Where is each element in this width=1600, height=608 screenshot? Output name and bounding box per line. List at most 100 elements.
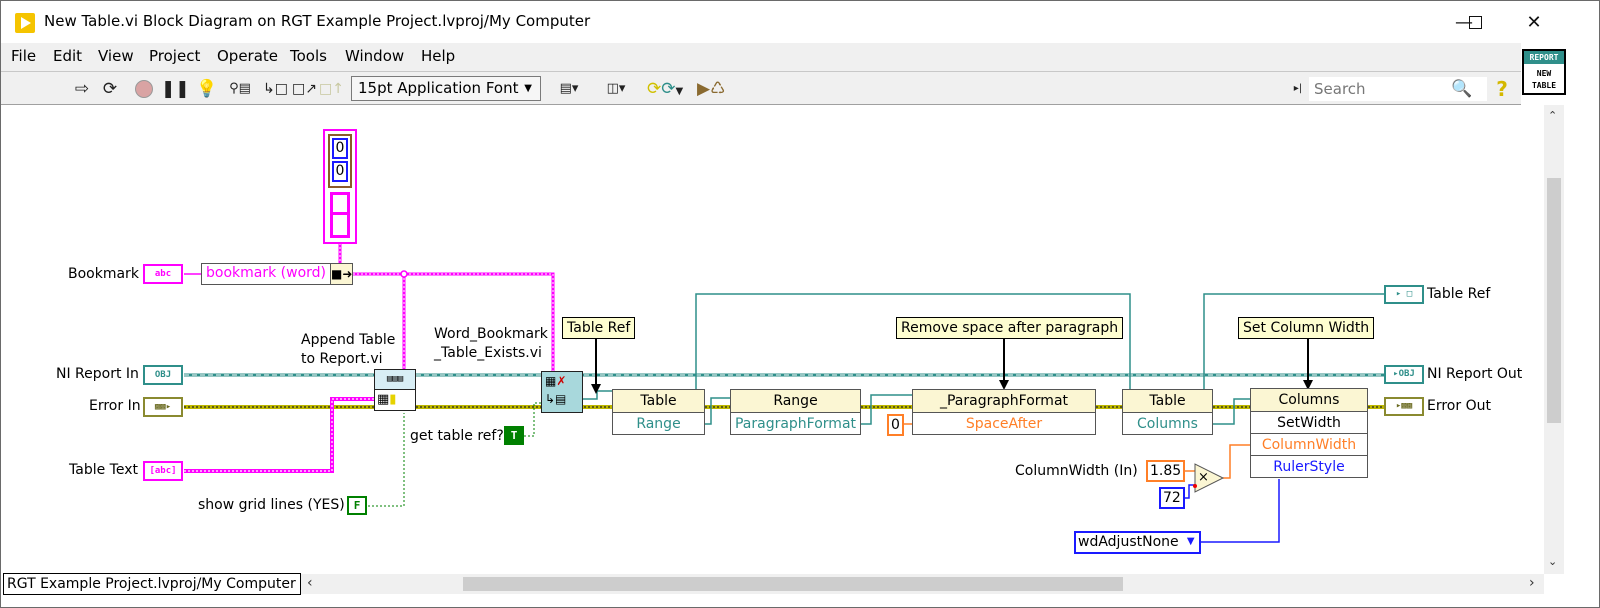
- labview-app-icon: [15, 13, 35, 33]
- property-node-table-columns[interactable]: Table Columns: [1122, 389, 1213, 435]
- pause-icon[interactable]: ❚❚: [161, 78, 190, 100]
- distribute-objects-icon[interactable]: ◫▾: [599, 78, 633, 100]
- scroll-right-icon[interactable]: ›: [1529, 575, 1535, 591]
- table-text-label: Table Text: [69, 462, 138, 478]
- run-icon[interactable]: ⇨: [71, 78, 93, 100]
- get-table-ref-label: get table ref?: [410, 428, 504, 444]
- run-continuously-icon[interactable]: ⟳: [99, 78, 121, 100]
- search-expand-icon[interactable]: ▸|: [1291, 78, 1305, 100]
- reorder-icon[interactable]: ⟳⟳▼: [647, 78, 683, 100]
- property-node-range-paragraphformat[interactable]: Range ParagraphFormat: [730, 389, 861, 435]
- menu-project[interactable]: Project: [149, 47, 200, 65]
- property-class-label: Range: [773, 393, 818, 409]
- window-title: New Table.vi Block Diagram on RGT Exampl…: [44, 12, 591, 30]
- table-text-control[interactable]: [abc]: [143, 461, 183, 481]
- vertical-scroll-thumb[interactable]: [1547, 178, 1561, 423]
- menu-help[interactable]: Help: [421, 47, 455, 65]
- menu-operate[interactable]: Operate: [217, 47, 278, 65]
- show-grid-lines-constant[interactable]: F: [347, 496, 367, 515]
- error-out-indicator[interactable]: ▸▩▩: [1384, 397, 1424, 416]
- table-ref-indicator[interactable]: ▸ □: [1384, 285, 1424, 304]
- scroll-up-icon[interactable]: ⌃: [1548, 109, 1557, 122]
- property-item-label[interactable]: Columns: [1137, 416, 1198, 432]
- array-index-1[interactable]: 0: [332, 161, 348, 182]
- abort-icon[interactable]: [133, 78, 155, 100]
- show-grid-lines-wire: [368, 413, 405, 507]
- menu-view[interactable]: View: [98, 47, 134, 65]
- clean-up-diagram-icon[interactable]: ▶♺: [697, 78, 725, 100]
- space-after-constant[interactable]: 0: [887, 414, 904, 436]
- column-width-wire: [1223, 444, 1251, 479]
- property-node-paragraphformat-spaceafter[interactable]: _ParagraphFormat SpaceAfter: [912, 389, 1096, 435]
- horizontal-scrollbar[interactable]: ‹ ›: [301, 574, 1544, 594]
- column-width-constant[interactable]: 1.85: [1146, 460, 1186, 482]
- invoke-param-columnwidth[interactable]: ColumnWidth: [1262, 437, 1356, 453]
- property-class-label: _ParagraphFormat: [939, 393, 1069, 409]
- ruler-style-wire: [1200, 479, 1280, 543]
- table-ref-wire: [581, 390, 613, 400]
- append-table-label-1: Append Table: [301, 332, 396, 348]
- search-icon[interactable]: 🔍: [1451, 78, 1473, 100]
- scroll-down-icon[interactable]: ⌄: [1548, 555, 1557, 568]
- scroll-left-icon[interactable]: ‹: [307, 575, 313, 591]
- menu-window[interactable]: Window: [345, 47, 404, 65]
- step-out-icon[interactable]: □↑: [319, 78, 344, 100]
- property-item-label[interactable]: ParagraphFormat: [735, 416, 856, 432]
- retain-wire-values-icon[interactable]: ⚲▤: [229, 78, 251, 100]
- show-grid-lines-label: show grid lines (YES): [198, 497, 345, 513]
- column-width-label: ColumnWidth (In): [1015, 463, 1138, 479]
- search-placeholder: Search: [1314, 80, 1366, 98]
- append-table-subvi[interactable]: ▤▤▤ ▦▮: [374, 369, 416, 411]
- obj-glyph: OBJ: [1398, 369, 1415, 379]
- invoke-node-columns-setwidth[interactable]: Columns SetWidth ColumnWidth RulerStyle: [1250, 388, 1368, 478]
- menu-bar: File Edit View Project Operate Tools Win…: [1, 43, 1521, 71]
- step-over-icon[interactable]: □↗: [292, 78, 317, 100]
- multiply-glyph: ×: [1198, 470, 1209, 485]
- ni-report-out-indicator[interactable]: ▸OBJ: [1384, 365, 1424, 384]
- property-node-table-range[interactable]: Table Range: [612, 389, 705, 435]
- vi-icon-bottom-text: NEW TABLE: [1524, 64, 1564, 92]
- property-item-label[interactable]: Range: [636, 416, 680, 432]
- points-per-inch-constant[interactable]: 72: [1159, 487, 1185, 509]
- font-select[interactable]: 15pt Application Font ▼: [351, 76, 541, 101]
- vertical-scrollbar[interactable]: ⌃ ⌄: [1544, 105, 1564, 574]
- bundle-label: bookmark (word): [206, 265, 326, 281]
- invoke-param-rulerstyle[interactable]: RulerStyle: [1273, 459, 1344, 475]
- horizontal-scroll-thumb[interactable]: [463, 577, 1123, 591]
- menu-file[interactable]: File: [11, 47, 36, 65]
- array-index-0[interactable]: 0: [332, 138, 348, 159]
- title-bar: New Table.vi Block Diagram on RGT Exampl…: [1, 1, 1599, 43]
- bookmark-control[interactable]: abc: [143, 264, 183, 284]
- bookmark-table-exists-subvi[interactable]: ▦✗ ↳▤: [541, 371, 583, 413]
- ruler-style-enum[interactable]: wdAdjustNone ▼: [1074, 531, 1201, 554]
- menu-tools[interactable]: Tools: [290, 47, 327, 65]
- ni-report-in-control[interactable]: OBJ: [143, 365, 183, 385]
- bookmark-bundle-node[interactable]: bookmark (word) ■➜: [201, 263, 353, 285]
- get-table-ref-constant[interactable]: T: [504, 426, 524, 445]
- labview-window: New Table.vi Block Diagram on RGT Exampl…: [0, 0, 1600, 608]
- table-text-wire: [184, 397, 375, 473]
- ruler-style-value: wdAdjustNone: [1078, 534, 1179, 550]
- ni-report-out-label: NI Report Out: [1427, 366, 1523, 382]
- ni-report-in-label: NI Report In: [56, 366, 139, 382]
- error-out-label: Error Out: [1427, 398, 1491, 414]
- property-class-label: Table: [1149, 393, 1186, 409]
- table-ref-bypass-wire: [695, 293, 1131, 399]
- highlight-execution-icon[interactable]: 💡: [196, 78, 218, 100]
- error-in-control[interactable]: ▩▩▸: [143, 397, 183, 417]
- bookmark-label: Bookmark: [68, 266, 139, 282]
- property-item-label[interactable]: SpaceAfter: [966, 416, 1042, 432]
- comment-set-column-width[interactable]: Set Column Width: [1238, 317, 1375, 339]
- context-help-icon[interactable]: ?: [1491, 78, 1513, 100]
- bookmark-array-constant[interactable]: 0 0: [323, 129, 357, 244]
- comment-table-ref[interactable]: Table Ref: [562, 317, 636, 339]
- step-into-icon[interactable]: ↳□: [263, 78, 288, 100]
- chevron-down-icon: ▼: [524, 83, 532, 94]
- maximize-button[interactable]: [1452, 9, 1498, 37]
- align-objects-icon[interactable]: ▤▾: [553, 78, 585, 100]
- vi-icon[interactable]: REPORT NEW TABLE: [1522, 49, 1566, 95]
- close-button[interactable]: ✕: [1511, 9, 1557, 37]
- menu-edit[interactable]: Edit: [53, 47, 82, 65]
- toolbar: ⇨ ⟳ ❚❚ 💡 ⚲▤ ↳□ □↗ □↑ 15pt Application Fo…: [1, 71, 1521, 105]
- comment-remove-space[interactable]: Remove space after paragraph: [896, 317, 1124, 339]
